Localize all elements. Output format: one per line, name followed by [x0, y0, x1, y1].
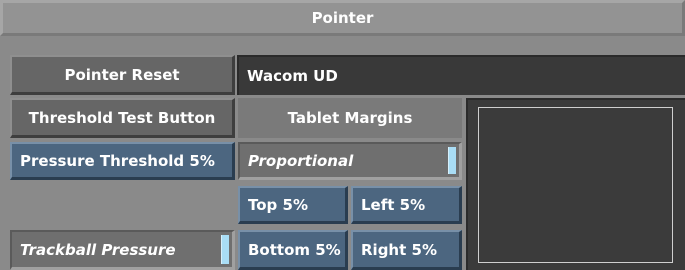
- panel-title-bar: Pointer: [0, 0, 685, 36]
- pressure-threshold-label: Pressure Threshold 5%: [20, 151, 215, 170]
- top-margin-field[interactable]: Top 5%: [238, 186, 348, 224]
- top-margin-label: Top 5%: [248, 195, 308, 214]
- trackball-pressure-label: Trackball Pressure: [20, 240, 176, 259]
- proportional-slider-knob[interactable]: [448, 147, 456, 174]
- trackball-slider-knob[interactable]: [221, 235, 229, 264]
- pointer-reset-label: Pointer Reset: [64, 65, 180, 84]
- tablet-preview: [466, 98, 685, 270]
- tablet-margins-heading: Tablet Margins: [238, 98, 462, 138]
- trackball-pressure-slider[interactable]: Trackball Pressure: [10, 230, 235, 270]
- bottom-margin-field[interactable]: Bottom 5%: [238, 230, 348, 270]
- tablet-margins-label: Tablet Margins: [287, 109, 413, 127]
- pressure-threshold-field[interactable]: Pressure Threshold 5%: [10, 142, 235, 180]
- panel-title: Pointer: [311, 9, 374, 27]
- right-margin-label: Right 5%: [361, 240, 437, 259]
- left-margin-field[interactable]: Left 5%: [351, 186, 462, 224]
- left-margin-label: Left 5%: [361, 195, 426, 214]
- tablet-preview-frame: [478, 107, 673, 263]
- threshold-test-label: Threshold Test Button: [28, 108, 216, 127]
- bottom-margin-label: Bottom 5%: [248, 240, 341, 259]
- device-field[interactable]: Wacom UD: [237, 55, 685, 95]
- proportional-slider[interactable]: Proportional: [238, 142, 462, 180]
- right-margin-field[interactable]: Right 5%: [351, 230, 462, 270]
- proportional-label: Proportional: [248, 151, 354, 170]
- threshold-test-button[interactable]: Threshold Test Button: [10, 98, 235, 138]
- device-name: Wacom UD: [247, 67, 338, 85]
- pointer-reset-button[interactable]: Pointer Reset: [10, 55, 235, 95]
